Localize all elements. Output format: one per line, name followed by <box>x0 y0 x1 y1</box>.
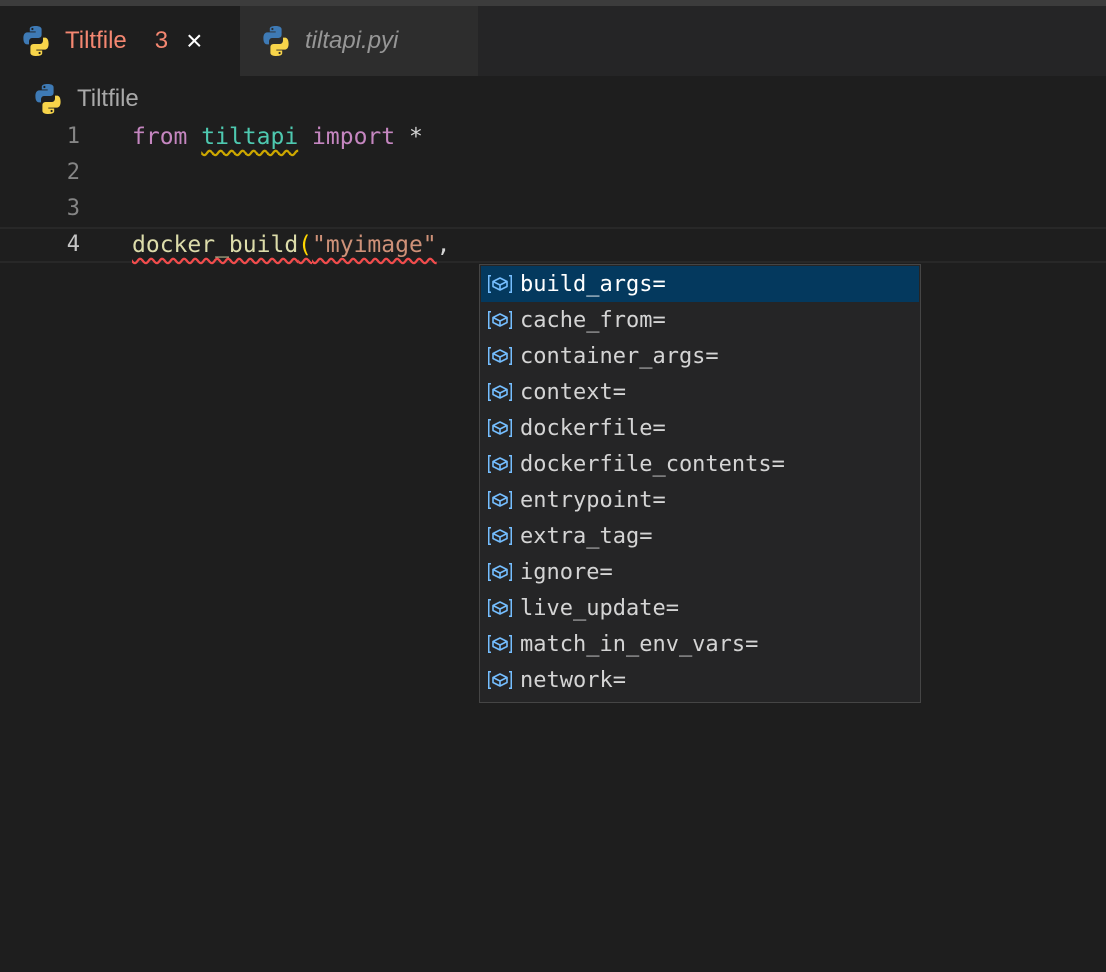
suggestion-label: cache_from= <box>520 307 666 333</box>
suggestion-label: extra_tag= <box>520 523 653 549</box>
suggestion-item[interactable]: dockerfile_contents= <box>481 446 919 482</box>
suggestion-label: build_args= <box>520 271 666 297</box>
suggestion-item[interactable]: live_update= <box>481 590 919 626</box>
suggestion-label: dockerfile_contents= <box>520 451 785 477</box>
python-file-icon <box>31 82 65 116</box>
suggestion-label: match_in_env_vars= <box>520 631 759 657</box>
variable-icon <box>485 417 515 439</box>
suggestion-label: ignore= <box>520 559 613 585</box>
code-text[interactable]: from tiltapi import * <box>132 119 423 155</box>
code-line-1[interactable]: 1 from tiltapi import * <box>0 119 1106 155</box>
variable-icon <box>485 273 515 295</box>
code-line-3[interactable]: 3 <box>0 191 1106 227</box>
variable-icon <box>485 453 515 475</box>
suggestion-label: live_update= <box>520 595 679 621</box>
tab-bar: Tiltfile 3 × tiltapi.pyi <box>0 6 1106 76</box>
suggestion-item[interactable]: ignore= <box>481 554 919 590</box>
suggestion-item[interactable]: build_args= <box>481 266 919 302</box>
variable-icon <box>485 345 515 367</box>
string-token: "myimage" <box>312 232 437 258</box>
code-line-4[interactable]: 4 docker_build("myimage", <box>0 227 1106 263</box>
line-number: 3 <box>66 196 80 221</box>
function-token: docker_build <box>132 232 299 258</box>
error-range: docker_build("myimage" <box>132 232 437 258</box>
python-file-icon <box>19 24 53 58</box>
variable-icon <box>485 309 515 331</box>
suggestion-item[interactable]: context= <box>481 374 919 410</box>
variable-icon <box>485 381 515 403</box>
variable-icon <box>485 489 515 511</box>
paren-token: ( <box>298 232 313 258</box>
tab-label: Tiltfile <box>65 27 127 54</box>
suggestion-item[interactable]: container_args= <box>481 338 919 374</box>
suggestion-label: context= <box>520 379 626 405</box>
suggestion-label: entrypoint= <box>520 487 666 513</box>
suggestion-item[interactable]: cache_from= <box>481 302 919 338</box>
variable-icon <box>485 669 515 691</box>
line-number: 1 <box>66 124 80 149</box>
tab-tiltfile[interactable]: Tiltfile 3 × <box>0 6 240 76</box>
tab-label: tiltapi.pyi <box>305 27 399 54</box>
module-token: tiltapi <box>201 124 299 150</box>
breadcrumb[interactable]: Tiltfile <box>31 80 139 118</box>
problem-count-badge: 3 <box>154 27 169 54</box>
variable-icon <box>485 561 515 583</box>
suggestion-item[interactable]: dockerfile= <box>481 410 919 446</box>
keyword-token: import <box>312 124 396 150</box>
suggestion-item[interactable]: entrypoint= <box>481 482 919 518</box>
suggestion-label: dockerfile= <box>520 415 666 441</box>
variable-icon <box>485 633 515 655</box>
comma-token: , <box>436 232 451 258</box>
line-number: 4 <box>66 232 80 257</box>
suggestion-label: container_args= <box>520 343 719 369</box>
keyword-token: from <box>132 124 188 150</box>
breadcrumb-file[interactable]: Tiltfile <box>77 85 139 113</box>
code-line-2[interactable]: 2 <box>0 155 1106 191</box>
variable-icon <box>485 525 515 547</box>
operator-token: * <box>395 124 423 150</box>
tab-tiltapi-pyi[interactable]: tiltapi.pyi <box>240 6 478 76</box>
python-file-icon <box>259 24 293 58</box>
code-text[interactable]: docker_build("myimage", <box>132 227 451 263</box>
variable-icon <box>485 597 515 619</box>
suggestion-label: network= <box>520 667 626 693</box>
line-number: 2 <box>66 160 80 185</box>
suggestion-item[interactable]: extra_tag= <box>481 518 919 554</box>
suggestion-item[interactable]: match_in_env_vars= <box>481 626 919 662</box>
suggestion-item[interactable]: network= <box>481 662 919 698</box>
suggest-widget[interactable]: build_args= cache_from= container_args= … <box>479 264 921 703</box>
close-icon[interactable]: × <box>186 27 202 55</box>
